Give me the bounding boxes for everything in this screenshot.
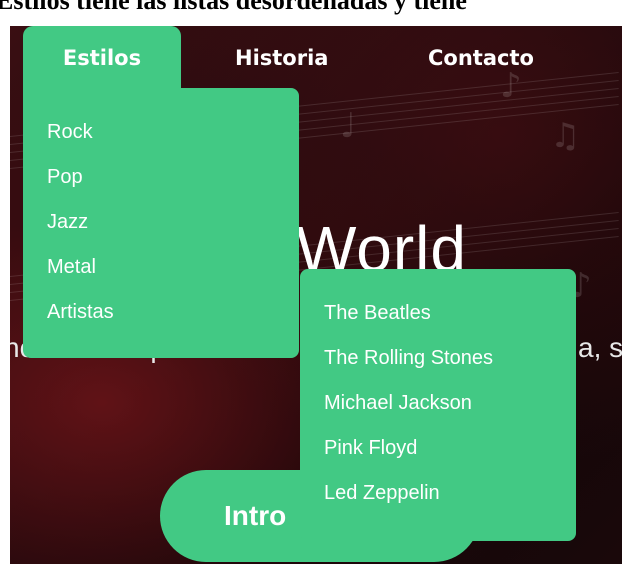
artistas-submenu: The Beatles The Rolling Stones Michael J… [300, 269, 576, 541]
nav-item-estilos[interactable]: Estilos [23, 26, 181, 90]
nav-item-historia[interactable]: Historia [235, 26, 328, 90]
caption-text: Estilos tiene las listas desordenadas y … [0, 0, 467, 15]
submenu-item-the-rolling-stones[interactable]: The Rolling Stones [324, 347, 493, 370]
dropdown-item-jazz[interactable]: Jazz [47, 211, 88, 234]
submenu-item-led-zeppelin[interactable]: Led Zeppelin [324, 482, 440, 505]
dropdown-item-rock[interactable]: Rock [47, 121, 93, 144]
hero-subtitle-right: a, s [578, 332, 622, 363]
hero-section: ♪ ♫ ♩ ♪ World nocerás un poco M a, s Int… [10, 26, 622, 564]
nav-item-contacto[interactable]: Contacto [428, 26, 534, 90]
intro-button-label: Intro [224, 500, 287, 531]
dropdown-item-artistas[interactable]: Artistas [47, 301, 114, 324]
music-note-icon: ♫ [550, 116, 581, 156]
submenu-item-michael-jackson[interactable]: Michael Jackson [324, 392, 472, 415]
music-note-icon: ♩ [340, 106, 357, 146]
submenu-item-pink-floyd[interactable]: Pink Floyd [324, 437, 417, 460]
dropdown-item-metal[interactable]: Metal [47, 256, 96, 279]
dropdown-item-pop[interactable]: Pop [47, 166, 83, 189]
estilos-dropdown: Rock Pop Jazz Metal Artistas [23, 88, 299, 358]
submenu-item-the-beatles[interactable]: The Beatles [324, 302, 431, 325]
